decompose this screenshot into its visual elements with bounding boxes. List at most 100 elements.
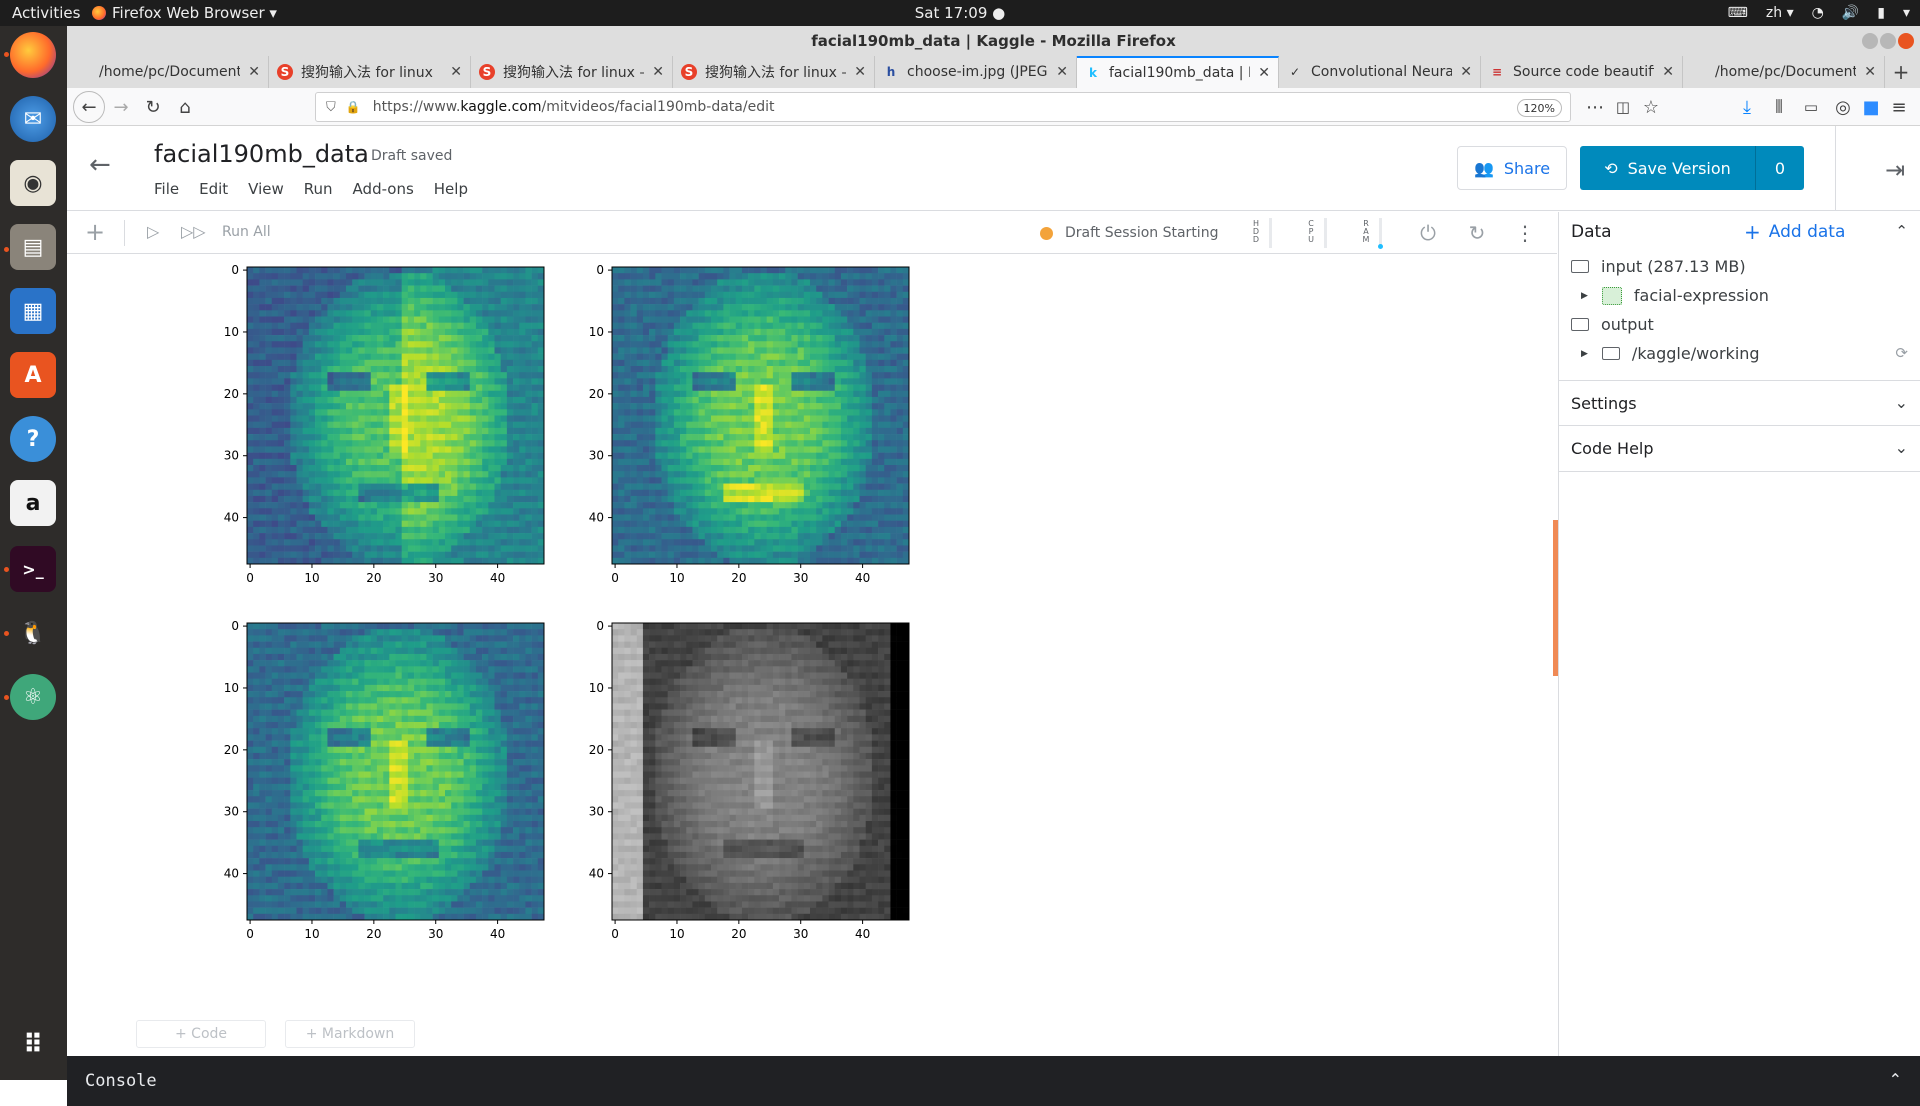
- clock[interactable]: Sat 17:09 ●: [0, 4, 1920, 22]
- close-tab-icon[interactable]: ✕: [1460, 64, 1472, 80]
- menu-run[interactable]: Run: [304, 180, 333, 198]
- zoom-indicator[interactable]: 120%: [1517, 99, 1562, 117]
- sidebar-icon[interactable]: ▭: [1795, 91, 1827, 123]
- expand-arrow-icon[interactable]: ▶: [1581, 349, 1588, 359]
- help-dock-icon[interactable]: ?: [10, 416, 56, 462]
- cpu-meter-label[interactable]: CPU: [1306, 220, 1316, 244]
- system-tray[interactable]: ⌨ zh ▾ ◔ 🔊 ▮ ▾: [1728, 0, 1910, 26]
- atom-dock-icon[interactable]: ⚛: [10, 674, 56, 720]
- keyboard-icon[interactable]: ⌨: [1728, 5, 1748, 21]
- output-folder-row[interactable]: output: [1571, 310, 1920, 339]
- browser-tab[interactable]: S搜狗输入法 for linux✕: [269, 56, 471, 88]
- dataset-row[interactable]: ▶ facial-expression: [1571, 281, 1920, 310]
- browser-tab[interactable]: S搜狗输入法 for linux —✕: [673, 56, 875, 88]
- session-status[interactable]: Draft Session Starting: [1040, 212, 1218, 254]
- menu-view[interactable]: View: [248, 180, 284, 198]
- url-bar[interactable]: ⛉ 🔒 https://www.kaggle.com/mitvideos/fac…: [315, 92, 1571, 122]
- console-bar[interactable]: Console ⌃: [67, 1056, 1920, 1106]
- ram-meter-label[interactable]: RAM: [1361, 220, 1371, 244]
- save-version-button[interactable]: ⟲ Save Version 0: [1580, 146, 1804, 190]
- files-dock-icon[interactable]: ▤: [10, 224, 56, 270]
- save-version-count[interactable]: 0: [1756, 146, 1804, 190]
- menu-help[interactable]: Help: [434, 180, 468, 198]
- add-markdown-cell-button[interactable]: + Markdown: [285, 1020, 415, 1048]
- browser-tab[interactable]: kfacial190mb_data | Ka✕: [1077, 56, 1279, 88]
- browser-tab[interactable]: hchoose-im.jpg (JPEG I✕: [875, 56, 1077, 88]
- hdd-meter-label[interactable]: HDD: [1251, 220, 1261, 244]
- menu-edit[interactable]: Edit: [199, 180, 228, 198]
- shield-icon[interactable]: ⛉: [326, 100, 336, 115]
- hamburger-menu-icon[interactable]: ≡: [1883, 91, 1915, 123]
- show-applications-icon[interactable]: ⠿: [10, 1022, 56, 1068]
- activities-button[interactable]: Activities: [0, 4, 92, 22]
- power-icon[interactable]: ⏻: [1415, 220, 1441, 246]
- software-dock-icon[interactable]: A: [10, 352, 56, 398]
- add-data-button[interactable]: + Add data: [1744, 220, 1845, 244]
- browser-tab[interactable]: /home/pc/Documents/P✕: [67, 56, 269, 88]
- power-menu-icon[interactable]: ▾: [1903, 5, 1910, 21]
- x-tick-label: 10: [304, 927, 319, 941]
- add-cell-icon[interactable]: +: [85, 218, 105, 246]
- forward-button[interactable]: →: [105, 91, 137, 123]
- battery-icon[interactable]: ▮: [1877, 5, 1885, 21]
- settings-section-header[interactable]: Settings ⌄: [1559, 380, 1920, 426]
- save-version-main[interactable]: ⟲ Save Version: [1580, 146, 1756, 190]
- thunderbird-dock-icon[interactable]: ✉: [10, 96, 56, 142]
- browser-tab[interactable]: ≡Source code beautifie✕: [1481, 56, 1683, 88]
- lock-icon[interactable]: 🔒: [346, 100, 361, 114]
- linux-penguin-dock-icon[interactable]: 🐧: [10, 610, 56, 656]
- add-code-cell-button[interactable]: + Code: [136, 1020, 266, 1048]
- close-tab-icon[interactable]: ✕: [450, 64, 462, 80]
- close-tab-icon[interactable]: ✕: [1056, 64, 1068, 80]
- close-tab-icon[interactable]: ✕: [248, 64, 260, 80]
- browser-tab[interactable]: ✓Convolutional Neural✕: [1279, 56, 1481, 88]
- wifi-icon[interactable]: ◔: [1812, 5, 1824, 21]
- writer-dock-icon[interactable]: ▦: [10, 288, 56, 334]
- run-all-button[interactable]: Run All: [222, 224, 271, 240]
- bookmark-star-icon[interactable]: ☆: [1635, 91, 1667, 123]
- browser-tab[interactable]: S搜狗输入法 for linux —✕: [471, 56, 673, 88]
- input-folder-row[interactable]: input (287.13 MB): [1571, 252, 1920, 281]
- minimize-button[interactable]: [1862, 33, 1878, 49]
- downloads-icon[interactable]: ⤓: [1731, 91, 1763, 123]
- working-dir-row[interactable]: ▶ /kaggle/working ⟳: [1571, 339, 1920, 368]
- more-options-icon[interactable]: ⋮: [1512, 220, 1538, 246]
- restart-icon[interactable]: ↻: [1464, 220, 1490, 246]
- menu-add-ons[interactable]: Add-ons: [353, 180, 414, 198]
- tab-label: /home/pc/Documents/P: [1715, 64, 1856, 80]
- notebook-title[interactable]: facial190mb_data: [154, 140, 369, 168]
- rhythmbox-dock-icon[interactable]: ◉: [10, 160, 56, 206]
- reload-button[interactable]: ↻: [137, 91, 169, 123]
- run-all-icon[interactable]: ▷▷: [181, 222, 206, 241]
- collapse-panel-icon[interactable]: ⇥: [1885, 156, 1905, 184]
- expand-arrow-icon[interactable]: ▶: [1581, 291, 1588, 301]
- menu-file[interactable]: File: [154, 180, 179, 198]
- terminal-dock-icon[interactable]: >_: [10, 546, 56, 592]
- library-icon[interactable]: ⫴: [1763, 91, 1795, 123]
- app-menu[interactable]: Firefox Web Browser ▾: [92, 4, 277, 22]
- firefox-dock-icon[interactable]: [10, 32, 56, 78]
- amazon-dock-icon[interactable]: a: [10, 480, 56, 526]
- close-tab-icon[interactable]: ✕: [1662, 64, 1674, 80]
- new-tab-button[interactable]: +: [1885, 56, 1917, 88]
- back-button[interactable]: ←: [73, 91, 105, 123]
- close-tab-icon[interactable]: ✕: [854, 64, 866, 80]
- language-indicator[interactable]: zh ▾: [1766, 5, 1794, 21]
- data-section-header[interactable]: Data + Add data ⌃: [1559, 212, 1920, 252]
- home-button[interactable]: ⌂: [169, 91, 201, 123]
- close-tab-icon[interactable]: ✕: [1864, 64, 1876, 80]
- url-text[interactable]: https://www.kaggle.com/mitvideos/facial1…: [373, 99, 775, 115]
- back-arrow-icon[interactable]: ←: [89, 150, 111, 180]
- y-tick-label: 30: [224, 449, 239, 463]
- close-window-button[interactable]: [1898, 33, 1914, 49]
- run-cell-icon[interactable]: ▷: [147, 222, 159, 241]
- chevron-up-icon[interactable]: ⌃: [1895, 222, 1908, 240]
- browser-tab[interactable]: /home/pc/Documents/P ✕: [1683, 56, 1885, 88]
- refresh-output-icon[interactable]: ⟳: [1895, 344, 1908, 362]
- close-tab-icon[interactable]: ✕: [1258, 65, 1270, 81]
- close-tab-icon[interactable]: ✕: [652, 64, 664, 80]
- maximize-button[interactable]: [1880, 33, 1896, 49]
- code-help-section-header[interactable]: Code Help ⌄: [1559, 426, 1920, 472]
- share-button[interactable]: 👥 Share: [1457, 146, 1567, 190]
- volume-icon[interactable]: 🔊: [1842, 5, 1859, 21]
